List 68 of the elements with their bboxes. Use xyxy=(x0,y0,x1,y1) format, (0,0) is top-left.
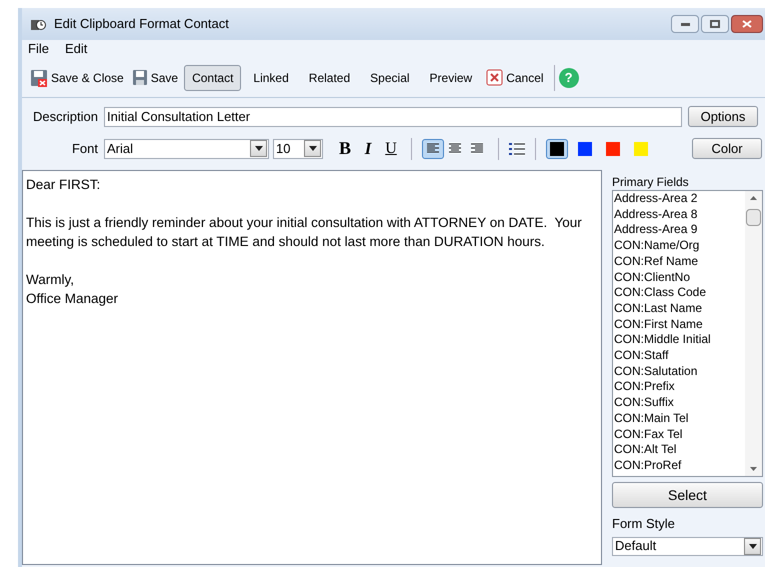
align-button[interactable] xyxy=(422,138,444,158)
dropdown-button[interactable] xyxy=(304,140,321,157)
toolbar-tab[interactable]: Contact xyxy=(184,64,242,90)
field-list-item[interactable]: Address-Area 9 xyxy=(613,222,745,238)
underline-button[interactable]: U xyxy=(381,136,401,160)
scroll-down-arrow-icon[interactable] xyxy=(750,467,757,471)
minimize-button[interactable] xyxy=(671,15,699,33)
size-dropdown[interactable]: 10 xyxy=(273,138,323,158)
form-style-label: Form Style xyxy=(612,515,676,533)
field-list-item[interactable]: CON:Suffix xyxy=(613,395,745,411)
close-icon xyxy=(486,69,504,86)
scroll-up-arrow-icon[interactable] xyxy=(750,196,757,200)
maximize-button[interactable] xyxy=(701,15,729,33)
form-style-dropdown[interactable]: Default xyxy=(612,536,763,556)
caret-icon xyxy=(308,146,316,151)
bold-button[interactable]: B xyxy=(335,135,355,162)
scrollbar[interactable] xyxy=(745,191,762,476)
color-swatch[interactable] xyxy=(546,138,568,158)
menu-item[interactable]: Edit xyxy=(64,39,88,59)
font-label: Font xyxy=(70,140,99,158)
menu-item[interactable]: File xyxy=(28,39,49,59)
field-list-item[interactable]: CON:ProRef xyxy=(613,458,745,474)
scroll-thumb[interactable] xyxy=(746,209,761,226)
field-list-item[interactable]: CON:Alt Tel xyxy=(613,442,745,458)
letter-editor[interactable] xyxy=(22,170,602,565)
primary-fields-label: Primary Fields xyxy=(612,174,690,190)
field-list-item[interactable]: CON:ClientNo xyxy=(613,270,745,286)
italic-button[interactable]: I xyxy=(359,136,377,162)
close-icon xyxy=(742,20,752,28)
letter-paragraph: This is just a friendly reminder about your initial consultation with ATTORNEY on DATE. Your meeting is scheduled to start at TIME and should not last more than DURATION hours. xyxy=(26,214,583,251)
field-list-item[interactable]: CON:Main Tel xyxy=(613,410,745,427)
letter-paragraph: Dear FIRST: xyxy=(26,176,102,194)
align-icon xyxy=(471,143,483,154)
toolbar-tab[interactable]: Linked xyxy=(245,64,297,90)
color-button[interactable]: Color xyxy=(692,138,762,159)
select-button[interactable]: Select xyxy=(612,482,763,508)
field-list-item[interactable]: CON:Ref Name xyxy=(613,254,745,270)
window-title: Edit Clipboard Format Contact xyxy=(54,15,230,34)
letter-paragraph: Warmly, Office Manager xyxy=(26,271,120,308)
toolbar-tab[interactable]: Special xyxy=(362,64,418,90)
field-list-item[interactable]: CON:Middle Initial xyxy=(613,332,745,348)
caret-icon xyxy=(748,544,756,548)
options-button[interactable]: Options xyxy=(688,106,758,127)
field-list-item[interactable]: CON:Class Code xyxy=(613,285,745,301)
toolbar-tab[interactable]: Preview xyxy=(422,64,480,90)
description-label: Description xyxy=(32,108,99,126)
toolbar-tab[interactable]: Related xyxy=(300,64,358,90)
toolbar-button[interactable]: Cancel xyxy=(484,66,546,90)
field-list-item[interactable]: CON:Last Name xyxy=(613,300,745,317)
field-list-item[interactable]: Address-Area 8 xyxy=(613,206,745,222)
bullet-list-icon xyxy=(509,142,525,156)
description-field[interactable]: Initial Consultation Letter xyxy=(104,106,682,126)
field-list-item[interactable]: CON:Salutation xyxy=(613,364,745,380)
toolbar-button[interactable]: Save xyxy=(130,66,180,90)
font-dropdown[interactable]: Arial xyxy=(104,138,269,158)
field-list-item[interactable]: CON:First Name xyxy=(613,316,745,332)
dropdown-button[interactable] xyxy=(744,538,761,554)
dropdown-button[interactable] xyxy=(250,140,267,157)
field-list-item[interactable]: CON:Name/Org xyxy=(613,238,745,254)
field-list-item[interactable]: CON:Staff xyxy=(613,348,745,364)
align-icon xyxy=(427,143,439,154)
toolbar-button[interactable]: Save & Close xyxy=(28,66,126,90)
close-button[interactable] xyxy=(731,15,763,33)
field-list-item[interactable]: CON:Fax Tel xyxy=(613,426,745,442)
field-list-item[interactable]: Address-Area 2 xyxy=(613,191,745,207)
caret-icon xyxy=(254,146,262,151)
align-icon xyxy=(449,143,461,154)
field-list-item[interactable]: CON:Prefix xyxy=(613,379,745,396)
